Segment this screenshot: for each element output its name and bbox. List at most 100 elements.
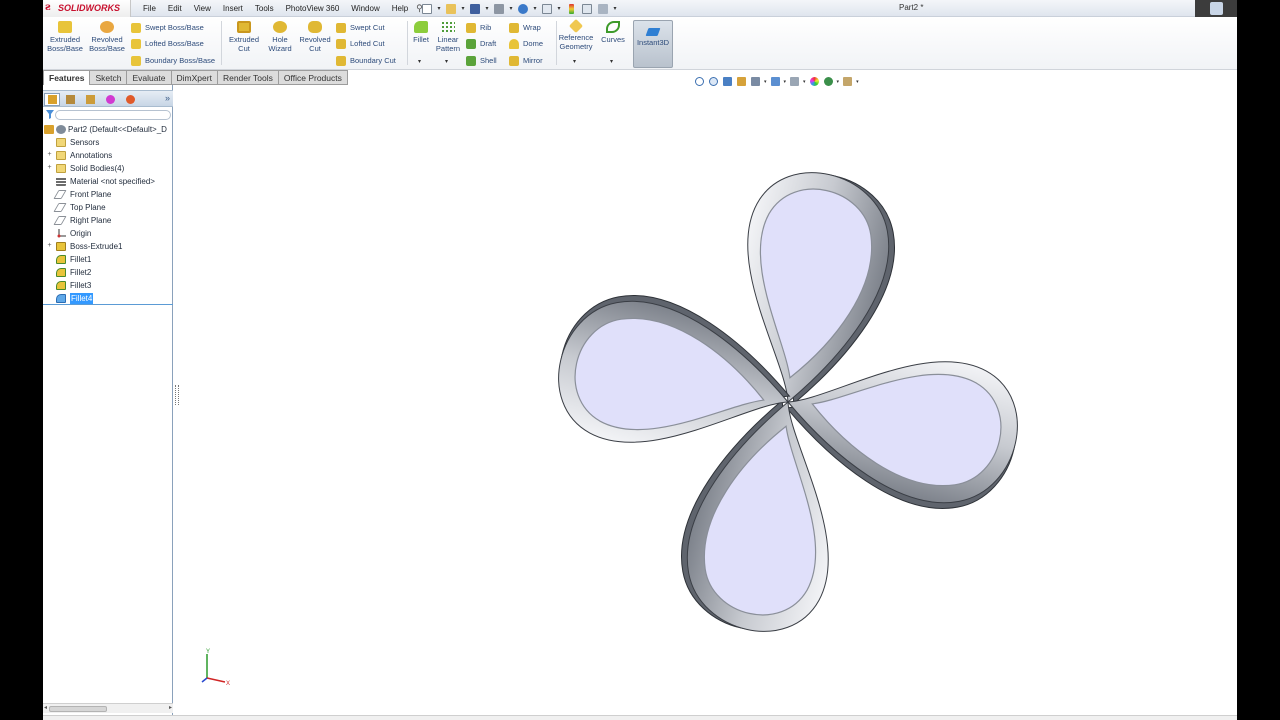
tab-sketch[interactable]: Sketch bbox=[90, 70, 128, 85]
print-icon[interactable] bbox=[492, 2, 506, 15]
model-four-petal-part[interactable] bbox=[545, 159, 1031, 645]
display-style-icon[interactable] bbox=[770, 76, 781, 87]
menu-window[interactable]: Window bbox=[345, 0, 385, 17]
open-dropdown-icon[interactable]: ▾ bbox=[460, 5, 466, 12]
tree-item-fillet3[interactable]: Fillet3 bbox=[43, 279, 173, 292]
open-folder-icon[interactable] bbox=[444, 2, 458, 15]
dome-button[interactable]: Dome bbox=[509, 37, 543, 51]
solidworks-logo[interactable]: ƨ SOLIDWORKS bbox=[43, 0, 131, 17]
section-view-icon[interactable] bbox=[736, 76, 747, 87]
tree-item-solid-bodies[interactable]: + Solid Bodies(4) bbox=[43, 162, 173, 175]
extruded-boss-button[interactable]: Extruded Boss/Base bbox=[47, 21, 83, 53]
swept-boss-button[interactable]: Swept Boss/Base bbox=[131, 21, 204, 35]
hide-show-dropdown-icon[interactable]: ▾ bbox=[803, 79, 806, 85]
user-icon[interactable] bbox=[1195, 0, 1237, 17]
zoom-to-fit-icon[interactable] bbox=[694, 76, 705, 87]
tab-dimxpert[interactable]: DimXpert bbox=[171, 70, 218, 85]
curves-button[interactable]: Curves bbox=[598, 21, 628, 44]
scene-dropdown-icon[interactable]: ▾ bbox=[837, 79, 840, 85]
tree-item-annotations[interactable]: + Annotations bbox=[43, 149, 173, 162]
undo-dropdown-icon[interactable]: ▾ bbox=[532, 5, 538, 12]
extruded-cut-button[interactable]: Extruded Cut bbox=[226, 21, 262, 53]
options-dropdown-icon[interactable]: ▾ bbox=[612, 5, 618, 12]
graphics-area[interactable] bbox=[180, 92, 1237, 720]
more-tabs-icon[interactable]: » bbox=[165, 93, 170, 103]
boundary-boss-button[interactable]: Boundary Boss/Base bbox=[131, 54, 215, 68]
view-orientation-icon[interactable] bbox=[750, 76, 761, 87]
scroll-thumb[interactable] bbox=[49, 706, 107, 712]
lofted-cut-button[interactable]: Lofted Cut bbox=[336, 37, 385, 51]
new-dropdown-icon[interactable]: ▾ bbox=[436, 5, 442, 12]
view-settings-icon[interactable] bbox=[842, 76, 853, 87]
pattern-dropdown-icon[interactable]: ▾ bbox=[445, 58, 448, 65]
tree-item-fillet1[interactable]: Fillet1 bbox=[43, 253, 173, 266]
filter-input[interactable] bbox=[55, 110, 171, 120]
scroll-left-icon[interactable]: ◂ bbox=[44, 704, 47, 711]
menu-help[interactable]: Help bbox=[386, 0, 414, 17]
expand-icon[interactable]: + bbox=[46, 242, 53, 250]
rollback-bar[interactable] bbox=[43, 304, 173, 305]
scroll-right-icon[interactable]: ▸ bbox=[169, 704, 172, 711]
tree-item-origin[interactable]: Origin bbox=[43, 227, 173, 240]
wrap-button[interactable]: Wrap bbox=[509, 21, 541, 35]
fillet-dropdown-icon[interactable]: ▾ bbox=[418, 58, 421, 65]
expand-icon[interactable]: + bbox=[46, 151, 53, 159]
display-manager-tab-icon[interactable] bbox=[122, 93, 138, 106]
undo-icon[interactable] bbox=[516, 2, 530, 15]
orientation-dropdown-icon[interactable]: ▾ bbox=[764, 79, 767, 85]
dimxpert-manager-tab-icon[interactable] bbox=[102, 93, 118, 106]
feature-manager-tab-icon[interactable] bbox=[44, 93, 60, 106]
edit-appearance-icon[interactable] bbox=[809, 76, 820, 87]
rib-button[interactable]: Rib bbox=[466, 21, 491, 35]
configuration-manager-tab-icon[interactable] bbox=[82, 93, 98, 106]
revolved-boss-button[interactable]: Revolved Boss/Base bbox=[88, 21, 126, 53]
rebuild-traffic-light-icon[interactable] bbox=[564, 2, 578, 15]
tab-office-products[interactable]: Office Products bbox=[278, 70, 348, 85]
hide-show-items-icon[interactable] bbox=[789, 76, 800, 87]
view-settings-dropdown-icon[interactable]: ▾ bbox=[856, 79, 859, 85]
fillet-button[interactable]: Fillet bbox=[410, 21, 432, 44]
save-dropdown-icon[interactable]: ▾ bbox=[484, 5, 490, 12]
tree-item-right-plane[interactable]: Right Plane bbox=[43, 214, 173, 227]
tree-item-sensors[interactable]: Sensors bbox=[43, 136, 173, 149]
shell-button[interactable]: Shell bbox=[466, 54, 497, 68]
menu-edit[interactable]: Edit bbox=[162, 0, 188, 17]
boundary-cut-button[interactable]: Boundary Cut bbox=[336, 54, 396, 68]
reference-dropdown-icon[interactable]: ▾ bbox=[573, 58, 576, 65]
previous-view-icon[interactable] bbox=[722, 76, 733, 87]
tab-render-tools[interactable]: Render Tools bbox=[217, 70, 279, 85]
menu-file[interactable]: File bbox=[137, 0, 162, 17]
menu-view[interactable]: View bbox=[188, 0, 217, 17]
revolved-cut-button[interactable]: Revolved Cut bbox=[297, 21, 333, 53]
apply-scene-icon[interactable] bbox=[823, 76, 834, 87]
swept-cut-button[interactable]: Swept Cut bbox=[336, 21, 385, 35]
property-manager-tab-icon[interactable] bbox=[62, 93, 78, 106]
zoom-area-icon[interactable] bbox=[708, 76, 719, 87]
save-icon[interactable] bbox=[468, 2, 482, 15]
tree-item-front-plane[interactable]: Front Plane bbox=[43, 188, 173, 201]
instant3d-button[interactable]: Instant3D bbox=[633, 20, 673, 68]
options-icon[interactable] bbox=[596, 2, 610, 15]
new-document-icon[interactable] bbox=[420, 2, 434, 15]
tree-item-material[interactable]: Material <not specified> bbox=[43, 175, 173, 188]
curves-dropdown-icon[interactable]: ▾ bbox=[610, 58, 613, 65]
menu-tools[interactable]: Tools bbox=[249, 0, 280, 17]
menu-photoview[interactable]: PhotoView 360 bbox=[280, 0, 346, 17]
tab-evaluate[interactable]: Evaluate bbox=[127, 70, 172, 85]
hole-wizard-button[interactable]: Hole Wizard bbox=[264, 21, 296, 53]
mirror-button[interactable]: Mirror bbox=[509, 54, 543, 68]
tab-features[interactable]: Features bbox=[43, 70, 91, 85]
reference-geometry-button[interactable]: Reference Geometry bbox=[557, 18, 595, 51]
filter-icon[interactable] bbox=[46, 110, 54, 119]
select-dropdown-icon[interactable]: ▾ bbox=[556, 5, 562, 12]
print-dropdown-icon[interactable]: ▾ bbox=[508, 5, 514, 12]
file-properties-icon[interactable] bbox=[580, 2, 594, 15]
tree-item-top-plane[interactable]: Top Plane bbox=[43, 201, 173, 214]
linear-pattern-button[interactable]: Linear Pattern bbox=[434, 21, 462, 53]
draft-button[interactable]: Draft bbox=[466, 37, 496, 51]
panel-horizontal-scrollbar[interactable]: ◂ ▸ bbox=[43, 703, 173, 713]
tree-root-part[interactable]: Part2 (Default<<Default>_D bbox=[43, 123, 173, 136]
splitter-grip-icon[interactable] bbox=[175, 385, 179, 405]
tree-item-boss-extrude1[interactable]: + Boss-Extrude1 bbox=[43, 240, 173, 253]
tree-item-fillet2[interactable]: Fillet2 bbox=[43, 266, 173, 279]
